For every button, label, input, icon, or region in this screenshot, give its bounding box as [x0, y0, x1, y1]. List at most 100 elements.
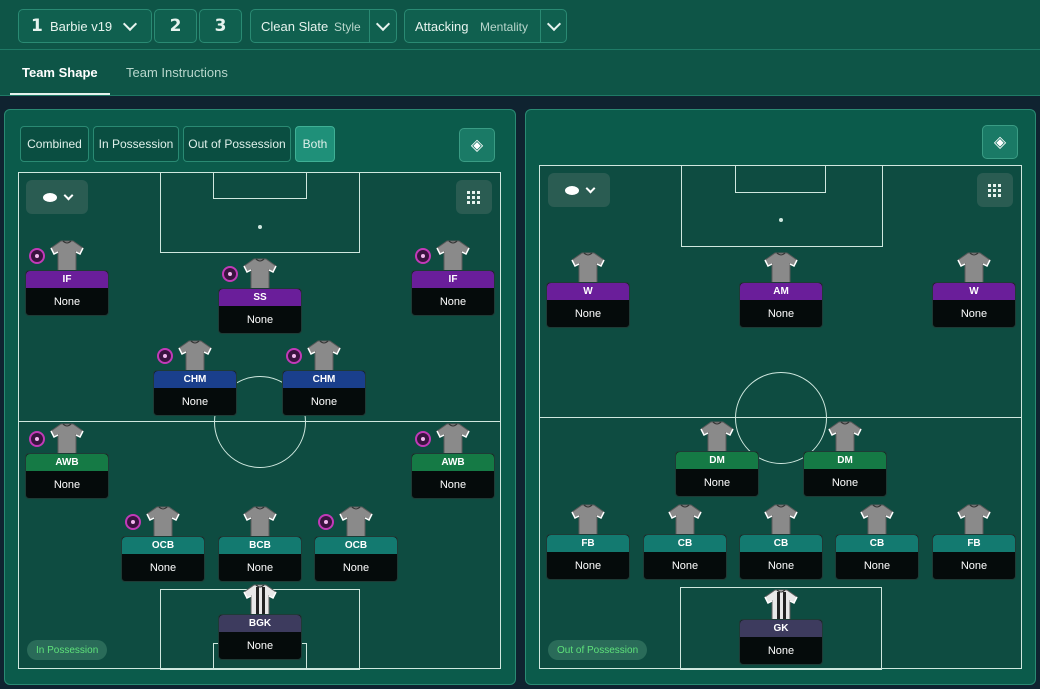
- player-role-label: CHM: [283, 371, 365, 388]
- goalkeeper-kit-icon[interactable]: [764, 588, 798, 621]
- player-kit-icon[interactable]: [307, 339, 341, 372]
- style-value: Clean Slate: [261, 19, 329, 34]
- pitch-options-icon[interactable]: ◈: [459, 128, 495, 162]
- visibility-toggle[interactable]: [26, 180, 88, 214]
- player-position-card[interactable]: CHM None: [282, 370, 366, 416]
- tab-team-instructions[interactable]: Team Instructions: [126, 50, 228, 94]
- player-kit-icon[interactable]: [571, 503, 605, 536]
- pitch-options-icon[interactable]: ◈: [982, 125, 1018, 159]
- tab-team-shape[interactable]: Team Shape: [10, 50, 110, 95]
- pitch-mode-label: In Possession: [27, 640, 108, 660]
- player-position-card[interactable]: BCB None: [218, 536, 302, 582]
- view-mode-in-possession[interactable]: In Possession: [93, 126, 179, 162]
- player-trait-badge-icon[interactable]: [157, 348, 173, 364]
- six-yard-box: [213, 172, 307, 199]
- player-trait-badge-icon[interactable]: [222, 266, 238, 282]
- tactic-slot-2-button[interactable]: 2: [154, 9, 197, 43]
- view-mode-both[interactable]: Both: [295, 126, 335, 162]
- player-kit-icon[interactable]: [860, 503, 894, 536]
- mentality-dropdown-divider: [540, 10, 541, 42]
- player-kit-icon[interactable]: [700, 420, 734, 453]
- player-position-card[interactable]: DM None: [675, 451, 759, 497]
- goalkeeper-kit-icon[interactable]: [243, 583, 277, 616]
- visibility-toggle[interactable]: [548, 173, 610, 207]
- tabs-row: Team Shape Team Instructions: [0, 49, 1040, 96]
- player-duty-label: None: [960, 308, 988, 320]
- player-duty-label: None: [671, 560, 699, 572]
- player-kit-icon[interactable]: [146, 505, 180, 538]
- player-position-card[interactable]: FB None: [932, 534, 1016, 580]
- player-kit-icon[interactable]: [764, 503, 798, 536]
- player-position-card[interactable]: CHM None: [153, 370, 237, 416]
- player-position-card[interactable]: IF None: [25, 270, 109, 316]
- player-kit-icon[interactable]: [50, 239, 84, 272]
- style-selector[interactable]: Clean Slate Style: [250, 9, 397, 43]
- player-position-card[interactable]: GK None: [739, 619, 823, 665]
- player-trait-badge-icon[interactable]: [286, 348, 302, 364]
- pitch-mode-label: Out of Possession: [548, 640, 648, 660]
- player-position-card[interactable]: BGK None: [218, 614, 302, 660]
- player-kit-icon[interactable]: [243, 257, 277, 290]
- player-role-label: AWB: [26, 454, 108, 471]
- player-kit-icon[interactable]: [668, 503, 702, 536]
- mentality-selector[interactable]: Attacking Mentality: [404, 9, 567, 43]
- player-role-label: BCB: [219, 537, 301, 554]
- player-kit-icon[interactable]: [957, 503, 991, 536]
- player-position-card[interactable]: AM None: [739, 282, 823, 328]
- player-kit-icon[interactable]: [178, 339, 212, 372]
- player-duty-label: None: [703, 477, 731, 489]
- player-position-card[interactable]: OCB None: [314, 536, 398, 582]
- player-position-card[interactable]: CB None: [739, 534, 823, 580]
- player-trait-badge-icon[interactable]: [415, 248, 431, 264]
- player-trait-badge-icon[interactable]: [318, 514, 334, 530]
- player-position-card[interactable]: CB None: [643, 534, 727, 580]
- grid-view-icon[interactable]: [977, 173, 1013, 207]
- player-role-label: DM: [676, 452, 758, 469]
- player-role-label: FB: [933, 535, 1015, 552]
- player-position-card[interactable]: SS None: [218, 288, 302, 334]
- player-role-label: IF: [26, 271, 108, 288]
- player-position-card[interactable]: CB None: [835, 534, 919, 580]
- player-position-card[interactable]: AWB None: [25, 453, 109, 499]
- player-duty-label: None: [53, 479, 81, 491]
- player-role-label: CHM: [154, 371, 236, 388]
- player-position-card[interactable]: IF None: [411, 270, 495, 316]
- player-position-card[interactable]: W None: [932, 282, 1016, 328]
- player-position-card[interactable]: OCB None: [121, 536, 205, 582]
- player-kit-icon[interactable]: [571, 251, 605, 284]
- player-duty-label: None: [439, 296, 467, 308]
- player-trait-badge-icon[interactable]: [415, 431, 431, 447]
- player-kit-icon[interactable]: [339, 505, 373, 538]
- player-kit-icon[interactable]: [957, 251, 991, 284]
- grid-view-icon[interactable]: [456, 180, 492, 214]
- view-mode-out-of-possession[interactable]: Out of Possession: [183, 126, 291, 162]
- tactic-selector[interactable]: 1 Barbie v19: [18, 9, 152, 43]
- player-trait-badge-icon[interactable]: [29, 248, 45, 264]
- penalty-spot: [258, 225, 262, 229]
- player-trait-badge-icon[interactable]: [29, 431, 45, 447]
- view-mode-combined[interactable]: Combined: [20, 126, 89, 162]
- player-role-label: AM: [740, 283, 822, 300]
- player-position-card[interactable]: DM None: [803, 451, 887, 497]
- penalty-spot: [779, 218, 783, 222]
- tactic-slot-number: 1: [31, 16, 43, 36]
- player-position-card[interactable]: AWB None: [411, 453, 495, 499]
- six-yard-box: [735, 165, 826, 193]
- player-trait-badge-icon[interactable]: [125, 514, 141, 530]
- chevron-down-icon[interactable]: [122, 16, 138, 32]
- player-kit-icon[interactable]: [828, 420, 862, 453]
- player-kit-icon[interactable]: [764, 251, 798, 284]
- player-kit-icon[interactable]: [50, 422, 84, 455]
- player-kit-icon[interactable]: [436, 239, 470, 272]
- player-position-card[interactable]: W None: [546, 282, 630, 328]
- player-duty-label: None: [960, 560, 988, 572]
- chevron-down-icon[interactable]: [546, 16, 562, 32]
- player-kit-icon[interactable]: [436, 422, 470, 455]
- chevron-down-icon[interactable]: [375, 16, 391, 32]
- mentality-label: Mentality: [480, 20, 529, 34]
- tactic-slot-3-button[interactable]: 3: [199, 9, 242, 43]
- player-position-card[interactable]: FB None: [546, 534, 630, 580]
- player-duty-label: None: [246, 562, 274, 574]
- player-duty-label: None: [246, 314, 274, 326]
- player-kit-icon[interactable]: [243, 505, 277, 538]
